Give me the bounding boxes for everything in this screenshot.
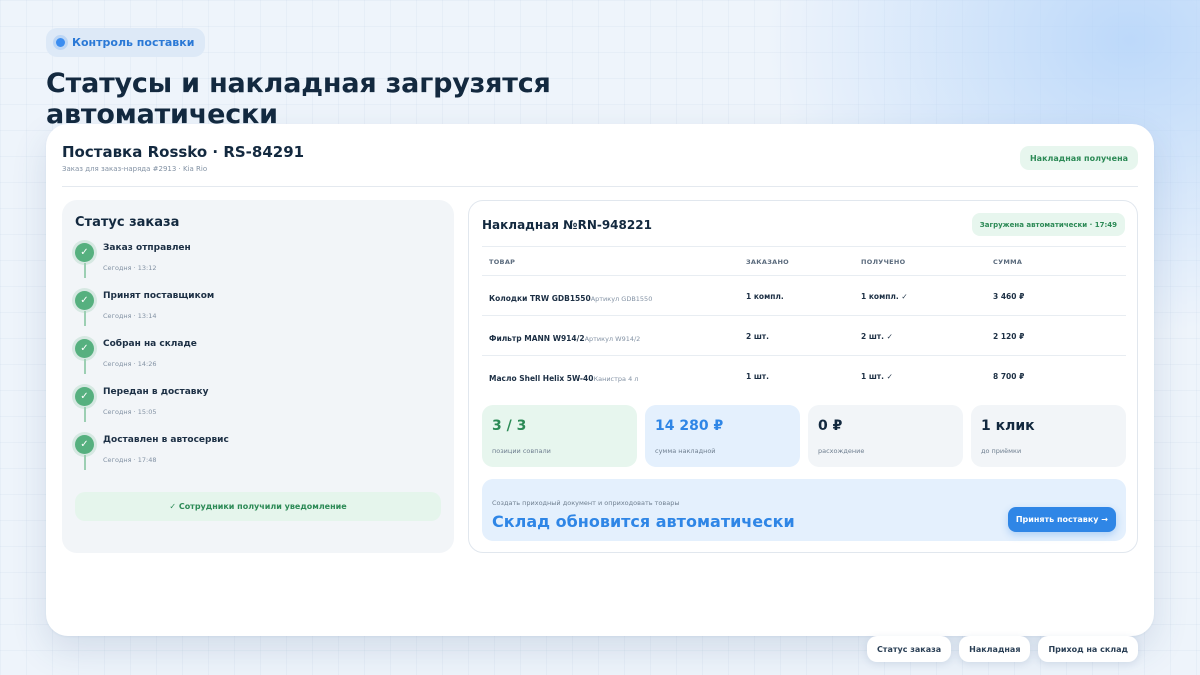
stat-value: 1 клик	[981, 418, 1035, 434]
received-cell: 1 компл. ✓	[861, 292, 908, 301]
item-article: Канистра 4 л	[593, 375, 639, 383]
timeline-step-time: Сегодня · 15:05	[103, 408, 157, 416]
accept-delivery-button[interactable]: Принять поставку →	[1007, 507, 1116, 532]
item-name-cell: Масло Shell Helix 5W-40Канистра 4 л	[489, 374, 638, 383]
table-row[interactable]: Масло Shell Helix 5W-40Канистра 4 л 1 шт…	[482, 356, 1126, 396]
timeline-step-time: Сегодня · 17:48	[103, 456, 157, 464]
timeline-connector	[84, 311, 86, 326]
column-header-item: ТОВАР	[489, 258, 516, 266]
item-article: Артикул W914/2	[584, 335, 641, 343]
item-name: Фильтр MANN W914/2	[489, 334, 585, 343]
ordered-cell: 2 шт.	[746, 332, 769, 341]
timeline-connector	[84, 263, 86, 278]
timeline-connector	[84, 359, 86, 374]
timeline-connector	[84, 455, 86, 470]
invoice-panel: Накладная №RN-948221 Загружена автоматич…	[468, 200, 1138, 553]
sum-cell: 8 700 ₽	[993, 372, 1025, 381]
item-article: Артикул GDB1550	[590, 295, 653, 303]
tab-warehouse-receipt[interactable]: Приход на склад	[1038, 636, 1138, 662]
received-cell: 2 шт. ✓	[861, 332, 893, 341]
order-status-panel: Статус заказа ✓ Заказ отправлен Сегодня …	[62, 200, 454, 553]
item-name-cell: Колодки TRW GDB1550Артикул GDB1550	[489, 294, 652, 303]
timeline-step-name: Передан в доставку	[103, 387, 209, 397]
check-icon: ✓	[75, 243, 94, 262]
timeline-item: ✓ Доставлен в автосервис Сегодня · 17:48	[75, 433, 435, 481]
stat-value: 14 280 ₽	[655, 418, 724, 434]
timeline-step-name: Принят поставщиком	[103, 291, 215, 301]
tab-order-status[interactable]: Статус заказа	[866, 636, 952, 662]
invoice-title: Накладная №RN-948221	[482, 218, 652, 232]
timeline-item: ✓ Принят поставщиком Сегодня · 13:14	[75, 289, 435, 337]
timeline-item: ✓ Передан в доставку Сегодня · 15:05	[75, 385, 435, 433]
page-headline: Статусы и накладная загрузятся автоматич…	[46, 68, 551, 130]
warehouse-update-title: Склад обновится автоматически	[492, 512, 795, 531]
stat-label: расхождение	[818, 447, 865, 455]
table-row[interactable]: Колодки TRW GDB1550Артикул GDB1550 1 ком…	[482, 276, 1126, 316]
auto-loaded-badge: Загружена автоматически · 17:49	[971, 213, 1125, 236]
delivery-title: Поставка Rossko · RS-84291	[62, 143, 305, 161]
stat-clicks-to-accept: 1 клик до приёмки	[971, 405, 1126, 467]
sum-cell: 3 460 ₽	[993, 292, 1025, 301]
order-status-title: Статус заказа	[75, 215, 180, 230]
received-cell: 1 шт. ✓	[861, 372, 893, 381]
table-header-row: ТОВАР ЗАКАЗАНО ПОЛУЧЕНО СУММА	[482, 246, 1126, 276]
staff-notified-banner: ✓ Сотрудники получили уведомление	[75, 492, 441, 521]
invoice-table: ТОВАР ЗАКАЗАНО ПОЛУЧЕНО СУММА Колодки TR…	[482, 246, 1126, 396]
stat-value: 0 ₽	[818, 418, 843, 434]
card-divider	[62, 186, 1138, 187]
column-header-received: ПОЛУЧЕНО	[861, 258, 906, 266]
check-icon: ✓	[75, 435, 94, 454]
section-pill-label: Контроль поставки	[72, 36, 195, 49]
stat-label: до приёмки	[981, 447, 1022, 455]
table-row[interactable]: Фильтр MANN W914/2Артикул W914/2 2 шт. 2…	[482, 316, 1126, 356]
column-header-sum: СУММА	[993, 258, 1023, 266]
item-name: Колодки TRW GDB1550	[489, 294, 591, 303]
stat-invoice-sum: 14 280 ₽ сумма накладной	[645, 405, 800, 467]
column-header-ordered: ЗАКАЗАНО	[746, 258, 790, 266]
warehouse-update-hint: Создать приходный документ и оприходоват…	[492, 499, 680, 507]
timeline-item: ✓ Заказ отправлен Сегодня · 13:12	[75, 241, 435, 289]
delivery-subtitle: Заказ для заказ-наряда #2913 · Kia Rio	[62, 165, 208, 173]
stat-label: сумма накладной	[655, 447, 716, 455]
timeline-step-time: Сегодня · 14:26	[103, 360, 157, 368]
ordered-cell: 1 шт.	[746, 372, 769, 381]
status-dot-icon	[56, 38, 65, 47]
timeline-item: ✓ Собран на складе Сегодня · 14:26	[75, 337, 435, 385]
delivery-card: Поставка Rossko · RS-84291 Заказ для зак…	[46, 124, 1154, 636]
stat-discrepancy: 0 ₽ расхождение	[808, 405, 963, 467]
timeline-step-time: Сегодня · 13:14	[103, 312, 157, 320]
stat-matched-positions: 3 / 3 позиции совпали	[482, 405, 637, 467]
timeline-step-name: Доставлен в автосервис	[103, 435, 229, 445]
invoice-received-badge: Накладная получена	[1019, 146, 1138, 170]
item-name: Масло Shell Helix 5W-40	[489, 374, 594, 383]
bottom-tabs: Статус заказа Накладная Приход на склад	[866, 636, 1138, 662]
check-icon: ✓	[75, 387, 94, 406]
timeline-step-time: Сегодня · 13:12	[103, 264, 157, 272]
stat-value: 3 / 3	[492, 418, 527, 434]
timeline-step-name: Заказ отправлен	[103, 243, 191, 253]
check-icon: ✓	[75, 291, 94, 310]
check-icon: ✓	[75, 339, 94, 358]
stat-label: позиции совпали	[492, 447, 551, 455]
warehouse-update-box: Создать приходный документ и оприходоват…	[482, 479, 1126, 541]
section-pill: Контроль поставки	[46, 28, 206, 57]
timeline-connector	[84, 407, 86, 422]
sum-cell: 2 120 ₽	[993, 332, 1025, 341]
item-name-cell: Фильтр MANN W914/2Артикул W914/2	[489, 334, 640, 343]
tab-invoice[interactable]: Накладная	[959, 636, 1031, 662]
timeline-step-name: Собран на складе	[103, 339, 197, 349]
ordered-cell: 1 компл.	[746, 292, 784, 301]
